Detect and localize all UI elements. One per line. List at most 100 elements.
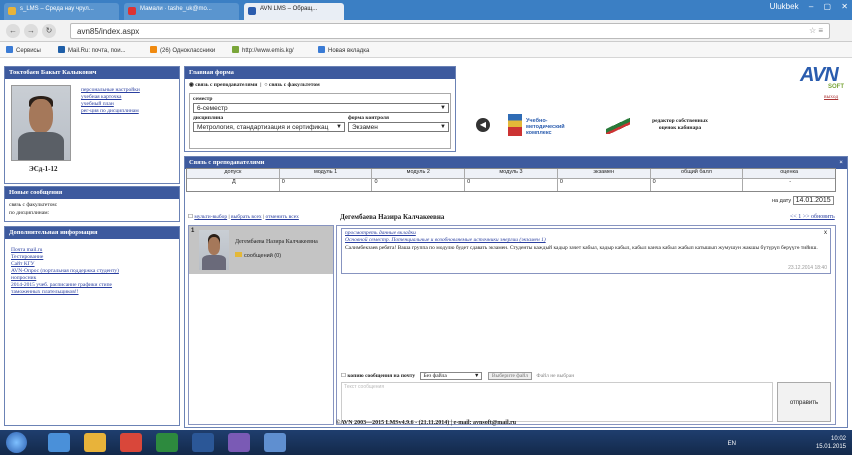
language-indicator[interactable]: EN [728, 440, 736, 448]
ie-icon[interactable] [48, 433, 70, 452]
browser-tab-1[interactable]: s_LMS – Среда нау чрул... [4, 3, 119, 20]
radio-faculty[interactable]: ○ связь с факультетом [264, 82, 320, 88]
discipline-select[interactable]: Метрология, стандартизация и сертификац ▼ [193, 122, 345, 132]
grades-row: Д 0 0 0 0 0 - [187, 179, 835, 191]
extra-info-header: Дополнительная информация [5, 227, 179, 239]
clock-time[interactable]: 10:02 [816, 435, 846, 443]
news-faculty[interactable]: связь с факультетом: [9, 201, 175, 209]
browser-tab-2[interactable]: Мамали · tashe_uk@mo... [124, 3, 239, 20]
study-card-link[interactable]: учебная карточка [81, 94, 140, 101]
extra-info-panel: Дополнительная информация Почта mail.ru … [4, 226, 180, 426]
chrome-icon[interactable] [120, 433, 142, 452]
start-icon[interactable] [6, 432, 27, 453]
select-all-link[interactable]: выбрать всех [231, 214, 262, 220]
send-button[interactable]: отправить [777, 382, 831, 422]
study-plan-link[interactable]: учебный план [81, 101, 140, 108]
maximize-icon[interactable]: ▢ [824, 2, 832, 11]
control-select[interactable]: Экзамен ▼ [348, 122, 449, 132]
cell-exam: 0 [558, 179, 651, 191]
grades-table: допуск модуль 1 модуль 2 модуль 3 экзаме… [186, 168, 836, 192]
back-icon[interactable]: ← [6, 24, 20, 38]
close-icon[interactable]: ✕ [841, 2, 848, 11]
tab-label: Мамали · tashe_uk@mo... [140, 6, 212, 12]
message-input[interactable]: Текст сообщения [341, 382, 773, 422]
explorer-icon[interactable] [84, 433, 106, 452]
excel-icon[interactable] [156, 433, 178, 452]
student-group: ЭСд-1-12 [29, 165, 58, 173]
bookmark-label: http://www.emis.kg/ [242, 48, 294, 54]
umk-tool[interactable]: Учебно-методический комплекс [508, 112, 588, 138]
discipline-registration-link[interactable]: рег-ция по дисциплинам [81, 108, 140, 115]
semester-value: 6-семестр [197, 105, 228, 112]
page-content: Токтобаев Бакыт Калыкович персональные н… [0, 58, 852, 430]
teacher-avatar [199, 230, 229, 270]
message-item: просмотреть данные вкладки Основной семе… [341, 228, 831, 274]
multi-select-checkbox[interactable]: ☐ мульти-выбор [188, 214, 227, 220]
browser-tab-3[interactable]: AVN LMS – Обращ... [244, 3, 344, 20]
mailru-link[interactable]: Почта mail.ru [11, 247, 173, 254]
testing-link[interactable]: Тестирование [11, 254, 173, 261]
bookmark-emis[interactable]: http://www.emis.kg/ [232, 46, 294, 54]
bookmark-new-tab[interactable]: Новая вкладка [318, 46, 369, 54]
globe-icon [232, 46, 239, 53]
message-link-1[interactable]: просмотреть данные вкладки [342, 229, 830, 237]
filter-box: семестр 6-семестр ▼ дисциплина форма конт… [189, 93, 451, 149]
contacts-list: 1 Дегембаева Назира Калчакеевна сообщени… [188, 225, 334, 425]
close-icon[interactable]: × [839, 159, 843, 166]
mail-copy-checkbox[interactable]: ☐ [341, 373, 346, 379]
selected-teacher-name: Дегембаева Назира Калчакеевна [340, 213, 445, 221]
payers-link[interactable]: таможенных плательщиков!! [11, 289, 173, 296]
umk-label: Учебно-методический комплекс [526, 118, 565, 136]
window-icon[interactable] [264, 433, 286, 452]
col-module-1: модуль 1 [280, 169, 373, 178]
message-time: 23.12.2014 18:40 [788, 265, 827, 271]
deselect-all-link[interactable]: отменить всех [265, 214, 298, 220]
bookmark-star-icon[interactable]: ☆ ≡ [809, 26, 823, 35]
app-icon[interactable] [228, 433, 250, 452]
reload-icon[interactable]: ↻ [42, 24, 56, 38]
footer: ©AVN 2003—2015 LMSv4.9.6 - (21.11.2014) … [335, 420, 517, 426]
clock-date[interactable]: 15.01.2015 [816, 443, 846, 451]
apps-icon [6, 46, 13, 53]
pen-icon[interactable] [606, 118, 630, 134]
close-icon[interactable]: x [824, 230, 827, 236]
contact-index: 1 [191, 228, 195, 234]
browser-tab-bar: s_LMS – Среда нау чрул... Мамали · tashe… [0, 0, 852, 20]
forward-icon[interactable]: → [24, 24, 38, 38]
semester-label: семестр [193, 96, 213, 102]
bookmark-mailru[interactable]: Mail.Ru: почта, пои... [58, 46, 126, 54]
file-select[interactable]: Без файла ▼ [420, 372, 483, 380]
radio-teacher[interactable]: ◉ связь с преподавателями [189, 82, 257, 88]
student-photo [11, 85, 71, 161]
personal-settings-link[interactable]: персональные настройки [81, 87, 140, 94]
choose-file-button[interactable]: Выберите файл [487, 372, 532, 380]
chevron-down-icon: ▼ [474, 373, 480, 379]
avn-survey-link[interactable]: AVN-Опрос (портальная поддержка студенту… [11, 268, 173, 275]
semester-select[interactable]: 6-семестр ▼ [193, 103, 449, 113]
url-input[interactable]: avn85/index.aspx ☆ ≡ [70, 23, 830, 39]
bookmark-odnoklassniki[interactable]: (26) Одноклассники [150, 46, 215, 54]
bookmark-services[interactable]: Сервисы [6, 46, 41, 54]
kgu-site-link[interactable]: Сайт КГУ [11, 261, 173, 268]
grades-header-row: допуск модуль 1 модуль 2 модуль 3 экзаме… [187, 169, 835, 179]
book-stack-icon [508, 114, 522, 136]
editor-link[interactable]: редактор собственных оценок кабинара [650, 118, 710, 132]
chevron-down-icon: ▼ [440, 105, 446, 111]
discipline-label: дисциплина [193, 115, 224, 121]
schedule-link[interactable]: 2014-2015 учеб. расписание графики стипе [11, 282, 173, 289]
date-input[interactable]: 14.01.2015 [792, 196, 834, 205]
questionnaire-link[interactable]: нопросник [11, 275, 173, 282]
col-admission: допуск [187, 169, 280, 178]
bookmark-label: Сервисы [16, 48, 41, 54]
news-panel: Новые сообщения связь с факультетом: по … [4, 186, 180, 222]
logout-link[interactable]: выход [824, 94, 838, 100]
back-circle-icon[interactable]: ◀ [476, 118, 490, 132]
word-icon[interactable] [192, 433, 214, 452]
contact-item[interactable]: 1 Дегембаева Назира Калчакеевна сообщени… [189, 226, 333, 274]
news-disciplines[interactable]: по дисциплинам: [9, 209, 175, 217]
message-placeholder: Текст сообщения [344, 384, 385, 390]
minimize-icon[interactable]: ‒ [809, 2, 813, 11]
pager[interactable]: << 1 >> обновить [790, 214, 835, 220]
teachers-header-label: Связь с преподавателями [189, 159, 265, 166]
news-header: Новые сообщения [5, 187, 179, 199]
